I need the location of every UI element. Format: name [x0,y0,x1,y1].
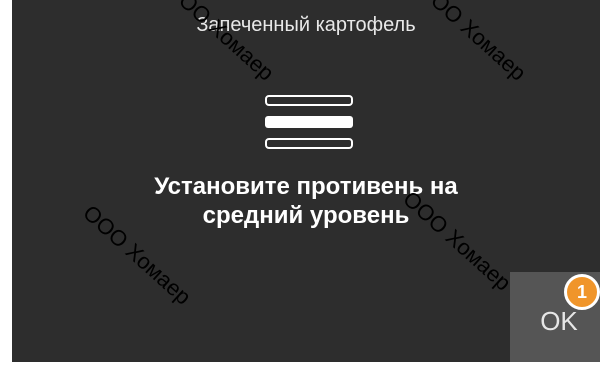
rack-middle-filled [265,116,353,128]
callout-badge: 1 [564,274,600,310]
instruction-line-1: Установите противень на [154,173,458,200]
frame: Запеченный картофель Установите противен… [0,0,605,368]
rack-top-outline [265,95,353,106]
instruction-line-2: средний уровень [202,202,410,229]
program-title: Запеченный картофель [196,14,416,36]
oven-display-screen: Запеченный картофель Установите противен… [12,0,600,362]
rack-bottom-outline [265,138,353,149]
oven-rack-middle-icon [265,95,353,149]
instruction-text: Установите противень на средний уровень [12,172,600,230]
ok-button-label: OK [540,305,578,336]
